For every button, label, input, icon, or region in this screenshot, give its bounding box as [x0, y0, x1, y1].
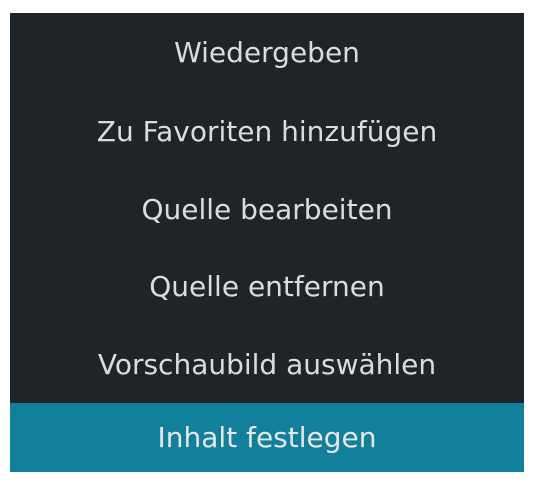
- menu-item-choose-thumbnail[interactable]: Vorschaubild auswählen: [10, 326, 524, 404]
- menu-item-add-to-favourites[interactable]: Zu Favoriten hinzufügen: [10, 93, 524, 171]
- menu-item-remove-source[interactable]: Quelle entfernen: [10, 248, 524, 326]
- menu-item-set-content[interactable]: Inhalt festlegen: [10, 403, 524, 472]
- menu-item-play[interactable]: Wiedergeben: [10, 13, 524, 93]
- context-menu: Wiedergeben Zu Favoriten hinzufügen Quel…: [10, 13, 524, 472]
- menu-item-edit-source[interactable]: Quelle bearbeiten: [10, 170, 524, 248]
